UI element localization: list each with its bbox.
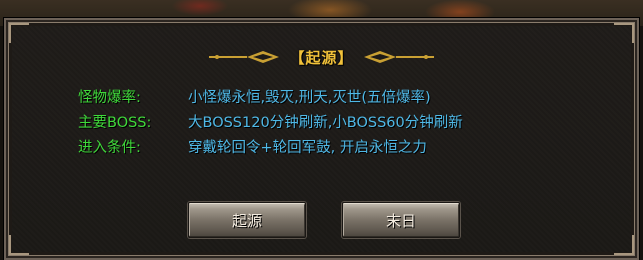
game-screen: 【起源】 怪物爆率: 小怪爆永恒,毁灭,刑天,灭世(五倍爆率) 主要BOSS: … — [0, 0, 643, 260]
main-boss-value: 大BOSS120分钟刷新,小BOSS60分钟刷新 — [188, 115, 463, 131]
main-boss-label: 主要BOSS: — [78, 115, 152, 131]
frame-corner-ornament — [614, 235, 634, 255]
frame-corner-ornament — [9, 23, 29, 43]
title-right-ornament-icon — [363, 51, 434, 63]
info-row-main-boss: 主要BOSS: 大BOSS120分钟刷新,小BOSS60分钟刷新 — [78, 109, 598, 134]
info-row-drop-rate: 怪物爆率: 小怪爆永恒,毁灭,刑天,灭世(五倍爆率) — [78, 84, 598, 109]
dialog-title: 【起源】 — [289, 48, 354, 67]
npc-dialog-panel: 【起源】 怪物爆率: 小怪爆永恒,毁灭,刑天,灭世(五倍爆率) 主要BOSS: … — [4, 18, 639, 260]
map-info-list: 怪物爆率: 小怪爆永恒,毁灭,刑天,灭世(五倍爆率) 主要BOSS: 大BOSS… — [78, 84, 598, 159]
info-row-entry-condition: 进入条件: 穿戴轮回令+轮回军鼓, 开启永恒之力 — [78, 134, 598, 159]
drop-rate-label: 怪物爆率: — [78, 90, 141, 106]
frame-corner-ornament — [614, 23, 634, 43]
frame-corner-ornament — [9, 235, 29, 255]
entry-condition-label: 进入条件: — [78, 140, 141, 156]
doomsday-button[interactable]: 末日 — [342, 202, 460, 238]
dialog-title-row: 【起源】 — [6, 44, 637, 70]
drop-rate-value: 小怪爆永恒,毁灭,刑天,灭世(五倍爆率) — [188, 90, 431, 106]
title-left-ornament-icon — [209, 51, 280, 63]
origin-button[interactable]: 起源 — [188, 202, 306, 238]
entry-condition-value: 穿戴轮回令+轮回军鼓, 开启永恒之力 — [188, 140, 427, 156]
